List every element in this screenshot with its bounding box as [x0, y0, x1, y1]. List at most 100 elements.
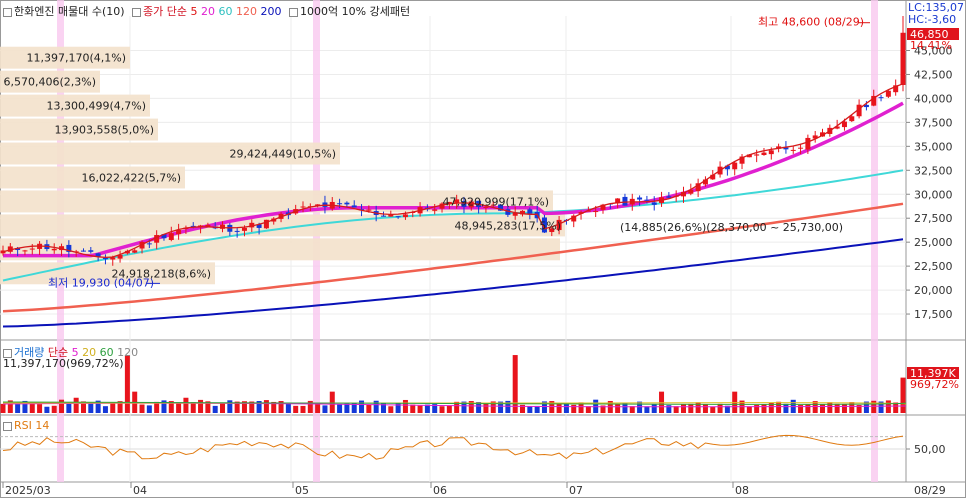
volume-bar — [359, 400, 365, 413]
candle-body — [402, 214, 408, 218]
volume-bar — [439, 406, 445, 413]
volume-bar — [212, 405, 218, 413]
checkbox-icon[interactable] — [3, 7, 12, 17]
volume-profile-label: 47,920,999(17,1%) — [442, 195, 549, 208]
volume-bar — [410, 404, 416, 413]
volume-bar — [227, 400, 233, 413]
rsi-title: RSI 14 — [14, 419, 50, 432]
candle-body — [754, 154, 760, 156]
candle-body — [146, 243, 152, 245]
volume-bar — [563, 402, 569, 413]
candle-body — [761, 152, 767, 156]
volume-bar — [329, 391, 335, 413]
volume-bar — [820, 404, 826, 413]
volume-bar — [527, 406, 533, 413]
ma-prefix: 종가 단순 — [143, 5, 188, 18]
volume-bar — [88, 403, 94, 413]
volume-bar — [176, 403, 182, 413]
candle-body — [351, 205, 357, 208]
volume-bar — [395, 402, 401, 413]
ma-5-label: 5 — [190, 5, 198, 18]
volume-bar — [556, 403, 562, 413]
rsi-line — [2, 434, 904, 460]
volume-bar — [0, 403, 6, 413]
volume-bar — [285, 403, 291, 413]
candle-body — [849, 116, 855, 122]
volume-bar — [417, 405, 423, 413]
volume-bar — [512, 355, 518, 413]
candle-body — [798, 147, 804, 149]
volume-bar — [746, 406, 752, 413]
candle-body — [732, 162, 738, 170]
candle-body — [790, 149, 796, 151]
candle-body — [622, 196, 628, 206]
volume-bar — [220, 402, 226, 413]
candle-body — [132, 250, 138, 253]
candle-body — [51, 248, 57, 251]
volume-bar — [322, 405, 328, 413]
candle-body — [168, 233, 174, 240]
volume-bar — [534, 405, 540, 413]
price-tick-label: 37,500 — [914, 116, 953, 129]
volume-bar — [198, 399, 204, 413]
pattern-label: 1000억 10% 강세패턴 — [300, 5, 411, 18]
chart-title: 한화엔진 매물대 수(10) — [14, 5, 125, 18]
candle-body — [80, 250, 86, 252]
candle-body — [805, 137, 811, 150]
candle-body — [300, 206, 306, 208]
x-axis-label: 2025/03 — [5, 484, 51, 497]
volume-bar — [900, 377, 906, 413]
volume-bar — [783, 403, 789, 413]
volume-profile-label: 13,300,499(4,7%) — [46, 100, 146, 113]
volume-right-pct: 969,72% — [910, 378, 959, 391]
volume-bar — [124, 355, 130, 413]
rsi-tick-label: 50,00 — [914, 443, 946, 456]
low-price-label: 최저 19,930 (04/07) — [48, 276, 154, 289]
volume-bar — [37, 404, 43, 413]
volume-profile-label: 11,397,170(4,1%) — [26, 52, 126, 65]
candle-body — [644, 199, 650, 201]
volume-profile-label: 6,570,406(2,3%) — [3, 76, 96, 89]
volume-bar — [66, 403, 72, 413]
checkbox-icon[interactable] — [289, 7, 299, 17]
price-tick-label: 32,500 — [914, 164, 953, 177]
candle-body — [241, 227, 247, 231]
ma-60-label: 60 — [218, 5, 233, 18]
volume-bar — [183, 397, 189, 413]
current-pct-label: 14,41% — [910, 39, 952, 52]
volume-bar — [388, 406, 394, 413]
price-tick-label: 25,000 — [914, 236, 953, 249]
checkbox-icon[interactable] — [3, 421, 12, 431]
candle-body — [366, 209, 372, 211]
candle-body — [102, 257, 108, 260]
volume-bar — [571, 404, 577, 413]
candle-body — [768, 150, 774, 155]
candle-body — [234, 230, 240, 232]
high-price-label: 최고 48,600 (08/29) — [758, 16, 864, 29]
volume-profile-label: 29,424,449(10,5%) — [229, 148, 336, 161]
volume-bar — [51, 405, 57, 413]
volume-bar — [651, 404, 657, 413]
x-axis-label: 07 — [569, 484, 583, 497]
volume-bar — [615, 404, 621, 413]
volume-bar — [688, 403, 694, 413]
volume-bar — [366, 404, 372, 413]
ma-200-label: 200 — [260, 5, 282, 18]
candle-body — [878, 97, 884, 99]
volume-bar — [805, 404, 811, 413]
x-axis-label: 04 — [133, 484, 147, 497]
volume-bar — [644, 406, 650, 413]
x-axis-label: 06 — [433, 484, 447, 497]
volume-bar — [44, 406, 50, 413]
volume-bar — [73, 397, 79, 413]
candle-body — [88, 250, 94, 252]
volume-profile-label: 16,022,422(5,7%) — [81, 171, 181, 184]
volume-bar — [146, 405, 152, 413]
volume-bar — [102, 406, 108, 413]
volume-bar — [834, 403, 840, 413]
volume-bar — [293, 405, 299, 413]
price-tick-label: 40,000 — [914, 92, 953, 105]
checkbox-icon[interactable] — [132, 7, 142, 17]
volume-bar — [680, 404, 686, 413]
candle-body — [527, 209, 533, 214]
